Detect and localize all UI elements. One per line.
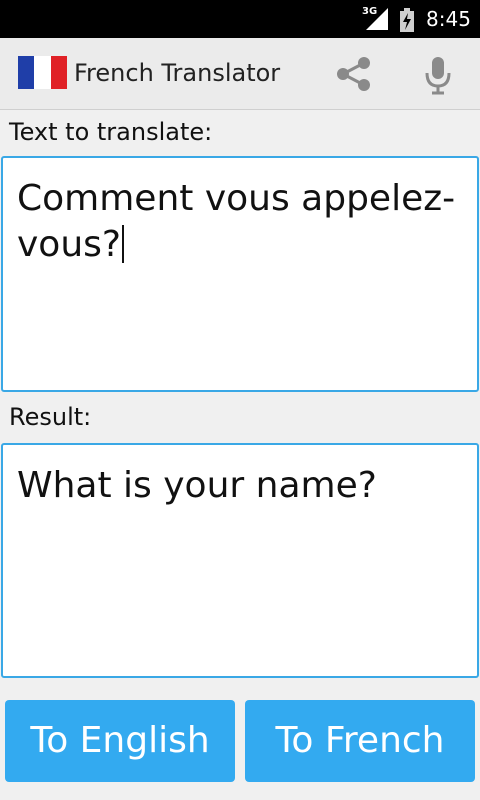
share-icon[interactable] xyxy=(334,56,374,92)
france-flag-icon xyxy=(18,56,67,89)
app-title: French Translator xyxy=(74,59,281,87)
action-bar: French Translator xyxy=(0,38,480,110)
result-text-area[interactable]: What is your name? xyxy=(1,443,479,678)
clock: 8:45 xyxy=(426,7,471,31)
signal-icon xyxy=(366,8,388,30)
battery-charging-icon xyxy=(400,8,414,32)
to-french-button[interactable]: To French xyxy=(245,700,475,782)
input-text: Comment vous appelez-vous? xyxy=(17,178,456,265)
text-cursor xyxy=(122,225,125,263)
result-text: What is your name? xyxy=(17,465,377,506)
status-bar: 3G 8:45 xyxy=(0,0,480,38)
result-label: Result: xyxy=(9,403,92,431)
input-label: Text to translate: xyxy=(9,118,213,146)
to-english-button[interactable]: To English xyxy=(5,700,235,782)
microphone-icon[interactable] xyxy=(424,55,452,95)
input-text-area[interactable]: Comment vous appelez-vous? xyxy=(1,156,479,392)
